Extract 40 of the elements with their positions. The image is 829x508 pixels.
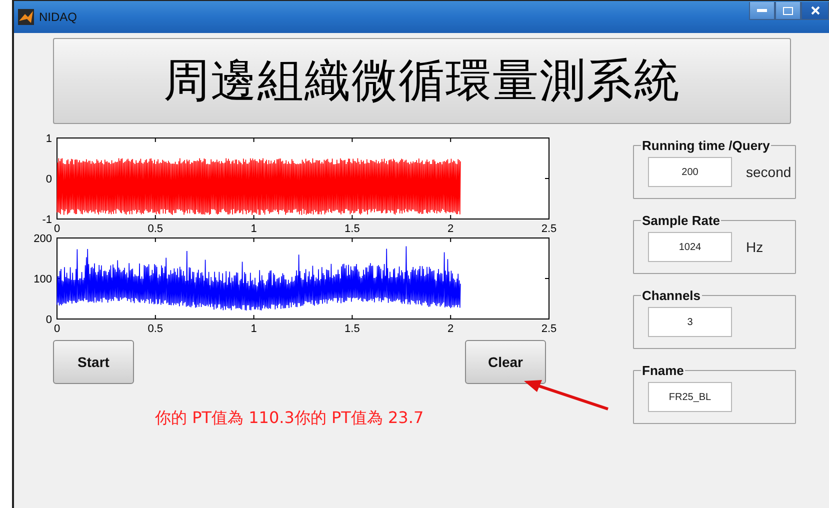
- result-text: 你的 PT值為 110.3你的 PT值為 23.7: [155, 408, 425, 429]
- tick-label: 1: [250, 323, 257, 335]
- tick-label: -1: [42, 214, 52, 226]
- clear-button[interactable]: Clear: [465, 340, 546, 384]
- tick-label: 0: [54, 223, 60, 235]
- group-title: Running time /Query: [641, 138, 771, 153]
- banner-title: 周邊組織微循環量測系統: [164, 52, 680, 109]
- window-title: NIDAQ: [39, 10, 78, 24]
- minimize-button[interactable]: [749, 2, 775, 20]
- tick-label: 1.5: [344, 323, 360, 335]
- tick-label: 100: [34, 274, 52, 286]
- input-field[interactable]: 3: [648, 307, 732, 337]
- tick-label: 0: [46, 174, 52, 186]
- tick-label: 1.5: [344, 223, 360, 235]
- tick-label: 1: [250, 223, 257, 235]
- close-button[interactable]: [801, 2, 829, 20]
- maximize-button[interactable]: [775, 2, 801, 20]
- group-title: Sample Rate: [641, 213, 722, 228]
- unit-label: second: [746, 164, 792, 180]
- tick-label: 200: [34, 233, 52, 245]
- input-field[interactable]: FR25_BL: [648, 382, 732, 412]
- tick-label: 1: [46, 133, 52, 145]
- tick-label: 2.5: [541, 323, 557, 335]
- unit-label: Hz: [746, 239, 764, 255]
- tick-label: 0.5: [148, 323, 164, 335]
- tick-label: 2: [448, 323, 454, 335]
- tick-label: 0: [54, 323, 60, 335]
- tick-label: 2: [448, 223, 454, 235]
- minimize-icon: [757, 8, 767, 12]
- tick-label: 0: [46, 314, 52, 326]
- input-field[interactable]: 1024: [648, 232, 732, 262]
- close-icon: [810, 6, 820, 15]
- tick-label: 2.5: [541, 223, 557, 235]
- group-title: Fname: [641, 363, 685, 378]
- app-icon: [18, 9, 34, 25]
- maximize-icon: [783, 6, 793, 14]
- start-button[interactable]: Start: [53, 340, 134, 384]
- group-title: Channels: [641, 288, 702, 303]
- input-field[interactable]: 200: [648, 157, 732, 187]
- tick-label: 0.5: [148, 223, 164, 235]
